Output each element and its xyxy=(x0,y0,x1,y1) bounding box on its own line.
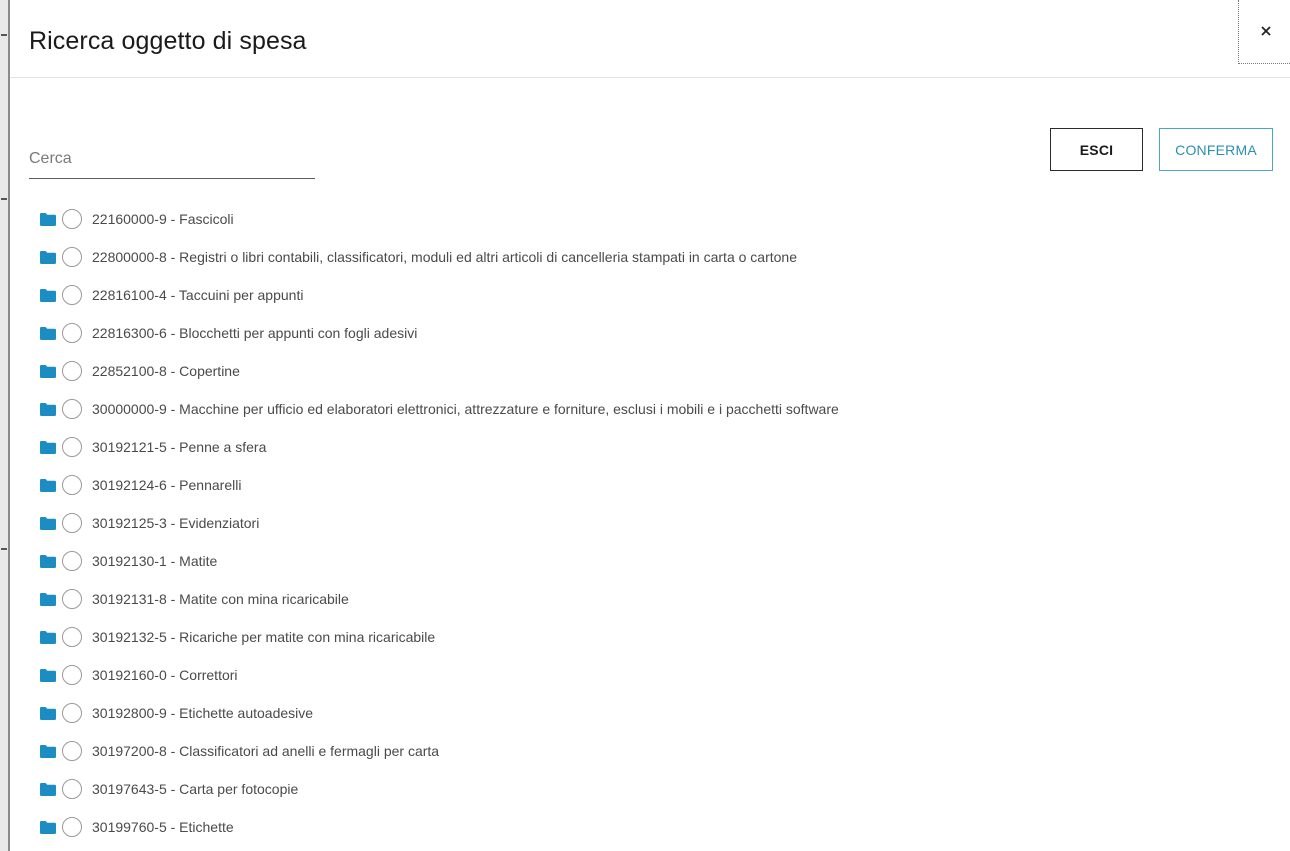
tree-item-label[interactable]: 22816300-6 - Blocchetti per appunti con … xyxy=(92,325,417,341)
tree-item-label[interactable]: 22816100-4 - Taccuini per appunti xyxy=(92,287,303,303)
close-button[interactable] xyxy=(1238,0,1290,64)
tree-item-label[interactable]: 30197643-5 - Carta per fotocopie xyxy=(92,781,298,797)
search-dialog: Ricerca oggetto di spesa ESCI CONFERMA 2… xyxy=(10,0,1290,851)
radio-button[interactable] xyxy=(62,627,82,647)
tree-item-label[interactable]: 30192131-8 - Matite con mina ricaricabil… xyxy=(92,591,349,607)
radio-button[interactable] xyxy=(62,513,82,533)
radio-button[interactable] xyxy=(62,779,82,799)
radio-button[interactable] xyxy=(62,589,82,609)
backdrop-mark xyxy=(1,548,7,550)
folder-icon[interactable] xyxy=(40,478,56,492)
dialog-header: Ricerca oggetto di spesa xyxy=(10,0,1290,78)
folder-icon[interactable] xyxy=(40,364,56,378)
folder-icon[interactable] xyxy=(40,630,56,644)
tree-item[interactable]: 22852100-8 - Copertine xyxy=(40,352,1270,390)
folder-icon[interactable] xyxy=(40,668,56,682)
tree-item-label[interactable]: 22800000-8 - Registri o libri contabili,… xyxy=(92,249,797,265)
radio-button[interactable] xyxy=(62,323,82,343)
search-field xyxy=(29,140,315,179)
tree-item[interactable]: 30197200-8 - Classificatori ad anelli e … xyxy=(40,732,1270,770)
backdrop-mark xyxy=(1,34,7,36)
dialog-title: Ricerca oggetto di spesa xyxy=(29,27,307,55)
tree-item[interactable]: 30000000-9 - Macchine per ufficio ed ela… xyxy=(40,390,1270,428)
radio-button[interactable] xyxy=(62,437,82,457)
folder-icon[interactable] xyxy=(40,402,56,416)
tree-item-label[interactable]: 30199760-5 - Etichette xyxy=(92,819,234,835)
tree-item-label[interactable]: 30192121-5 - Penne a sfera xyxy=(92,439,266,455)
radio-button[interactable] xyxy=(62,475,82,495)
tree-item[interactable]: 30192130-1 - Matite xyxy=(40,542,1270,580)
tree-item[interactable]: 30192124-6 - Pennarelli xyxy=(40,466,1270,504)
folder-icon[interactable] xyxy=(40,706,56,720)
tree-item[interactable]: 30192160-0 - Correttori xyxy=(40,656,1270,694)
tree-item[interactable]: 30192131-8 - Matite con mina ricaricabil… xyxy=(40,580,1270,618)
tree-item-label[interactable]: 30192800-9 - Etichette autoadesive xyxy=(92,705,313,721)
tree-list: 22160000-9 - Fascicoli 22800000-8 - Regis… xyxy=(40,200,1270,846)
radio-button[interactable] xyxy=(62,665,82,685)
radio-button[interactable] xyxy=(62,209,82,229)
folder-icon[interactable] xyxy=(40,250,56,264)
radio-button[interactable] xyxy=(62,285,82,305)
tree-item-label[interactable]: 22160000-9 - Fascicoli xyxy=(92,211,234,227)
backdrop-mark xyxy=(1,198,7,200)
tree-item-label[interactable]: 30192124-6 - Pennarelli xyxy=(92,477,241,493)
tree-item-label[interactable]: 30192160-0 - Correttori xyxy=(92,667,238,683)
folder-icon[interactable] xyxy=(40,744,56,758)
radio-button[interactable] xyxy=(62,247,82,267)
tree-item[interactable]: 30192132-5 - Ricariche per matite con mi… xyxy=(40,618,1270,656)
confirm-button[interactable]: CONFERMA xyxy=(1159,128,1273,171)
folder-icon[interactable] xyxy=(40,820,56,834)
tree-item[interactable]: 30192125-3 - Evidenziatori xyxy=(40,504,1270,542)
backdrop-overlay xyxy=(0,0,10,851)
folder-icon[interactable] xyxy=(40,326,56,340)
tree-item-label[interactable]: 30192130-1 - Matite xyxy=(92,553,217,569)
folder-icon[interactable] xyxy=(40,516,56,530)
close-icon[interactable] xyxy=(1259,24,1273,38)
exit-button[interactable]: ESCI xyxy=(1050,128,1143,171)
tree-item-label[interactable]: 30192132-5 - Ricariche per matite con mi… xyxy=(92,629,435,645)
tree-item-label[interactable]: 30197200-8 - Classificatori ad anelli e … xyxy=(92,743,439,759)
radio-button[interactable] xyxy=(62,361,82,381)
tree-item[interactable]: 30192121-5 - Penne a sfera xyxy=(40,428,1270,466)
radio-button[interactable] xyxy=(62,817,82,837)
radio-button[interactable] xyxy=(62,741,82,761)
tree-item-label[interactable]: 30192125-3 - Evidenziatori xyxy=(92,515,259,531)
folder-icon[interactable] xyxy=(40,288,56,302)
tree-item[interactable]: 30192800-9 - Etichette autoadesive xyxy=(40,694,1270,732)
radio-button[interactable] xyxy=(62,703,82,723)
tree-item-label[interactable]: 22852100-8 - Copertine xyxy=(92,363,240,379)
folder-icon[interactable] xyxy=(40,592,56,606)
folder-icon[interactable] xyxy=(40,782,56,796)
tree-item[interactable]: 30199760-5 - Etichette xyxy=(40,808,1270,846)
tree-item[interactable]: 22816300-6 - Blocchetti per appunti con … xyxy=(40,314,1270,352)
radio-button[interactable] xyxy=(62,399,82,419)
tree-item[interactable]: 30197643-5 - Carta per fotocopie xyxy=(40,770,1270,808)
search-input[interactable] xyxy=(29,144,315,174)
radio-button[interactable] xyxy=(62,551,82,571)
folder-icon[interactable] xyxy=(40,212,56,226)
tree-item[interactable]: 22160000-9 - Fascicoli xyxy=(40,200,1270,238)
folder-icon[interactable] xyxy=(40,440,56,454)
tree-item-label[interactable]: 30000000-9 - Macchine per ufficio ed ela… xyxy=(92,401,839,417)
folder-icon[interactable] xyxy=(40,554,56,568)
tree-item[interactable]: 22800000-8 - Registri o libri contabili,… xyxy=(40,238,1270,276)
tree-item[interactable]: 22816100-4 - Taccuini per appunti xyxy=(40,276,1270,314)
